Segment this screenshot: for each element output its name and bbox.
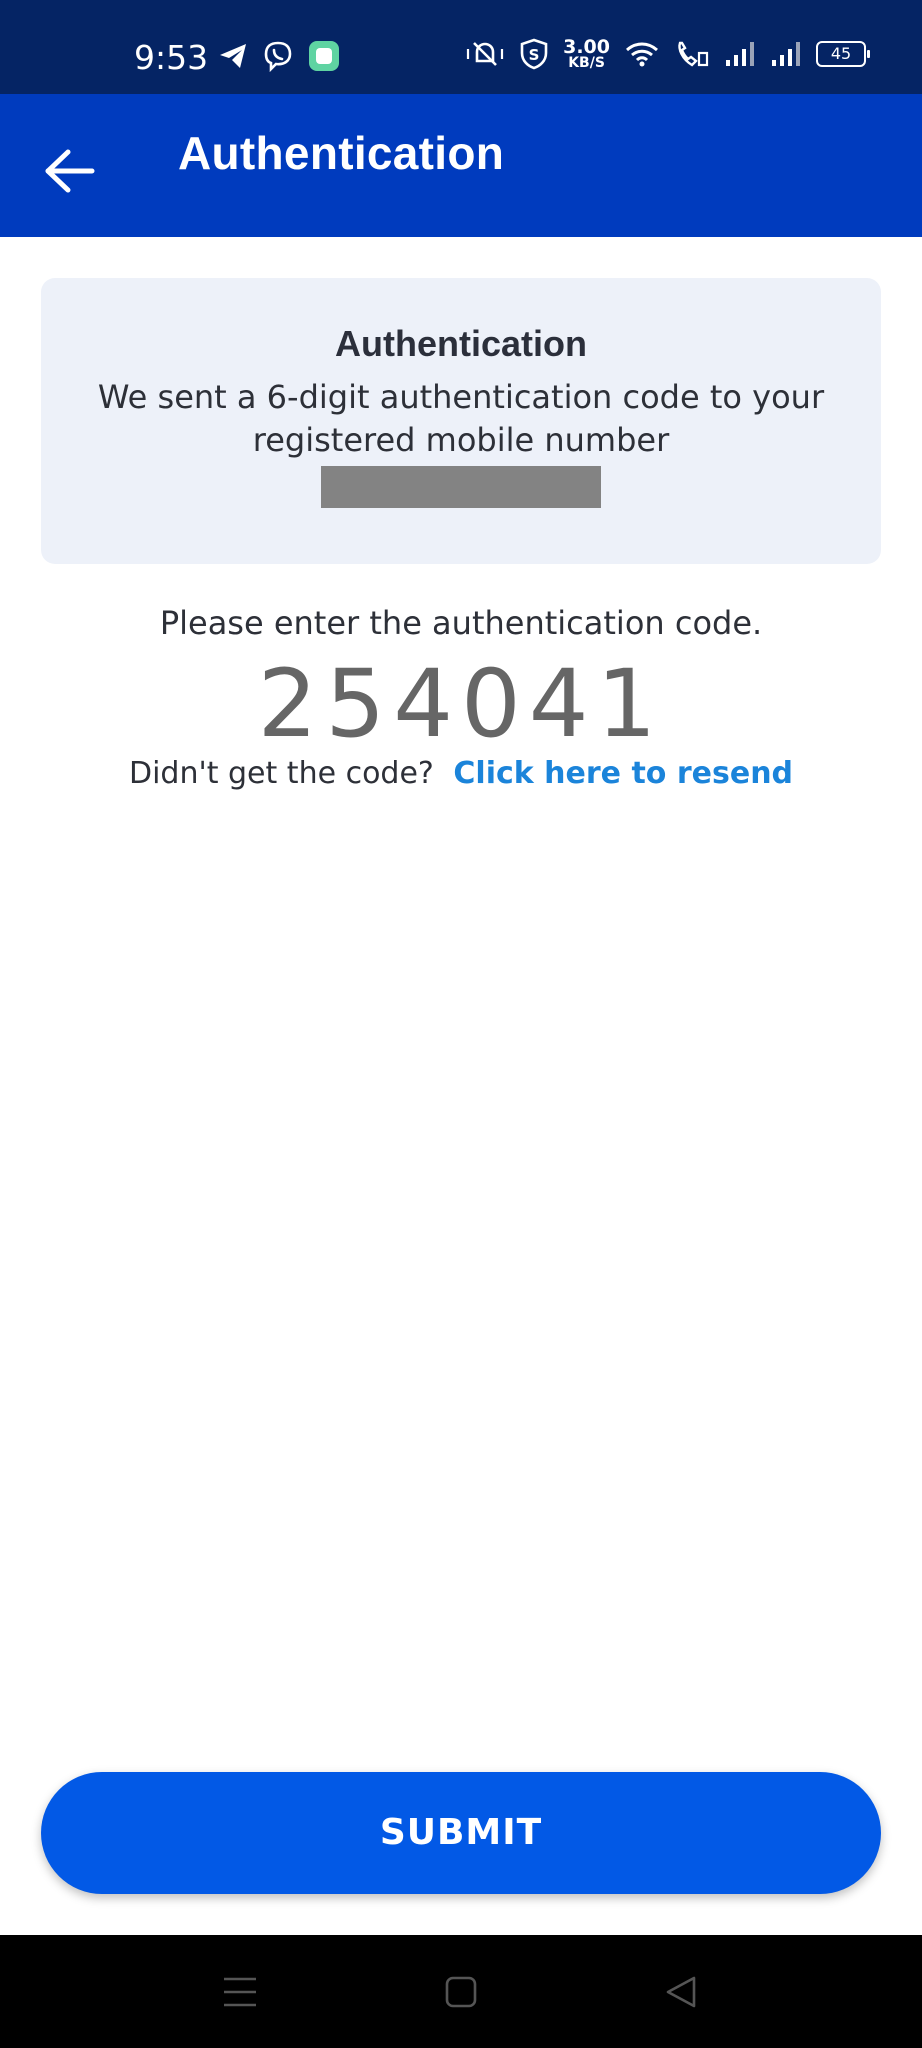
resend-row: Didn't get the code? Click here to resen… <box>0 756 922 791</box>
home-square-icon[interactable] <box>444 1975 478 2009</box>
signal-icon <box>772 42 800 66</box>
wifi-calling-icon <box>678 41 709 67</box>
resend-question: Didn't get the code? <box>128 756 434 791</box>
status-left-icons <box>218 40 340 72</box>
back-triangle-icon[interactable] <box>664 1975 698 2009</box>
status-bar: 9:53 S 3.00 KB/S 45 <box>0 0 922 94</box>
network-speed-unit: KB/S <box>568 55 605 71</box>
redacted-phone-number <box>321 466 601 508</box>
app-notification-icon <box>309 41 339 71</box>
wifi-icon <box>626 42 658 67</box>
back-button[interactable] <box>40 146 100 196</box>
viber-icon <box>264 41 292 72</box>
network-speed: 3.00 KB/S <box>563 36 610 71</box>
vibrate-mute-icon <box>467 42 504 66</box>
info-card-title: Authentication <box>335 323 587 364</box>
system-nav-bar <box>0 1935 922 2048</box>
info-card: Authentication We sent a 6-digit authent… <box>41 278 881 564</box>
submit-button[interactable]: SUBMIT <box>41 1772 881 1894</box>
signal-icon <box>726 42 754 66</box>
telegram-icon <box>220 44 246 68</box>
menu-icon[interactable] <box>222 1975 258 2009</box>
svg-text:S: S <box>529 46 540 64</box>
status-time: 9:53 <box>134 38 209 77</box>
status-right-icons: S 3.00 KB/S 45 <box>465 36 870 71</box>
battery-indicator: 45 <box>816 41 870 67</box>
network-speed-value: 3.00 <box>563 36 610 58</box>
shield-icon: S <box>520 38 548 70</box>
info-card-message: We sent a 6-digit authentication code to… <box>97 378 825 459</box>
arrow-left-icon <box>45 149 95 193</box>
app-bar: Authentication <box>0 94 922 237</box>
page-title: Authentication <box>178 127 505 179</box>
authentication-code-input[interactable]: 254041 <box>0 650 922 759</box>
code-prompt: Please enter the authentication code. <box>159 604 763 642</box>
resend-link[interactable]: Click here to resend <box>453 756 793 791</box>
